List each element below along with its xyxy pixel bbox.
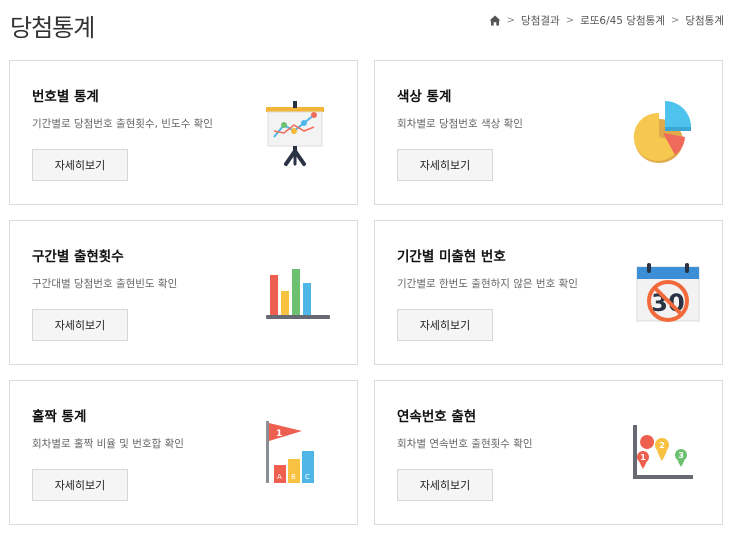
pie-chart-icon [633,101,691,163]
chevron-right-icon: > [506,15,516,26]
breadcrumb: > 당첨결과 > 로또6/45 당첨통계 > 당첨통계 [489,13,724,28]
card-title: 홀짝 통계 [32,409,87,425]
chevron-right-icon: > [670,15,680,26]
card-description: 회차별로 홀짝 비율 및 번호합 확인 [32,438,184,450]
presentation-chart-icon [266,101,324,166]
card-title: 기간별 미출현 번호 [397,249,506,265]
breadcrumb-item-current: 당첨통계 [685,15,724,27]
detail-button[interactable]: 자세히보기 [32,469,128,501]
svg-text:3: 3 [678,451,684,460]
card-title: 번호별 통계 [32,89,99,105]
bar-chart-icon [266,269,330,319]
card-title: 색상 통계 [397,89,452,105]
breadcrumb-item-lotto-stats[interactable]: 로또6/45 당첨통계 [580,13,665,28]
detail-button[interactable]: 자세히보기 [397,149,493,181]
card-period-unappeared: 기간별 미출현 번호 기간별로 한번도 출현하지 않은 번호 확인 자세히보기 … [374,220,723,365]
card-description: 기간별로 당첨번호 출현횟수, 빈도수 확인 [32,118,213,130]
card-consecutive-numbers: 연속번호 출현 회차별 연속번호 출현횟수 확인 자세히보기 1 2 3 [374,380,723,525]
breadcrumb-item-results[interactable]: 당첨결과 [521,13,560,28]
card-title: 구간별 출현횟수 [32,249,124,265]
calendar-no-30-icon: 30 [636,263,700,322]
chevron-right-icon: > [565,15,575,26]
card-description: 회차별 연속번호 출현횟수 확인 [397,438,533,450]
card-range-frequency: 구간별 출현횟수 구간대별 당첨번호 출현빈도 확인 자세히보기 [9,220,358,365]
home-icon[interactable] [489,15,501,26]
detail-button[interactable]: 자세히보기 [32,309,128,341]
map-pin-chart-icon: 1 2 3 [633,425,693,479]
card-description: 회차별로 당첨번호 색상 확인 [397,118,523,130]
card-description: 구간대별 당첨번호 출현빈도 확인 [32,278,178,290]
svg-text:C: C [305,473,310,481]
svg-text:1: 1 [276,429,282,439]
detail-button[interactable]: 자세히보기 [32,149,128,181]
detail-button[interactable]: 자세히보기 [397,469,493,501]
card-odd-even-stats: 홀짝 통계 회차별로 홀짝 비율 및 번호합 확인 자세히보기 1 A B C [9,380,358,525]
svg-text:A: A [277,473,282,481]
detail-button[interactable]: 자세히보기 [397,309,493,341]
card-number-stats: 번호별 통계 기간별로 당첨번호 출현횟수, 빈도수 확인 자세히보기 [9,60,358,205]
card-title: 연속번호 출현 [397,409,477,425]
svg-text:B: B [291,473,296,481]
flag-bar-chart-icon: 1 A B C [266,421,314,483]
svg-text:1: 1 [640,453,646,462]
page-title: 당첨통계 [10,14,95,42]
svg-text:2: 2 [659,441,665,450]
card-description: 기간별로 한번도 출현하지 않은 번호 확인 [397,278,578,290]
card-color-stats: 색상 통계 회차별로 당첨번호 색상 확인 자세히보기 [374,60,723,205]
